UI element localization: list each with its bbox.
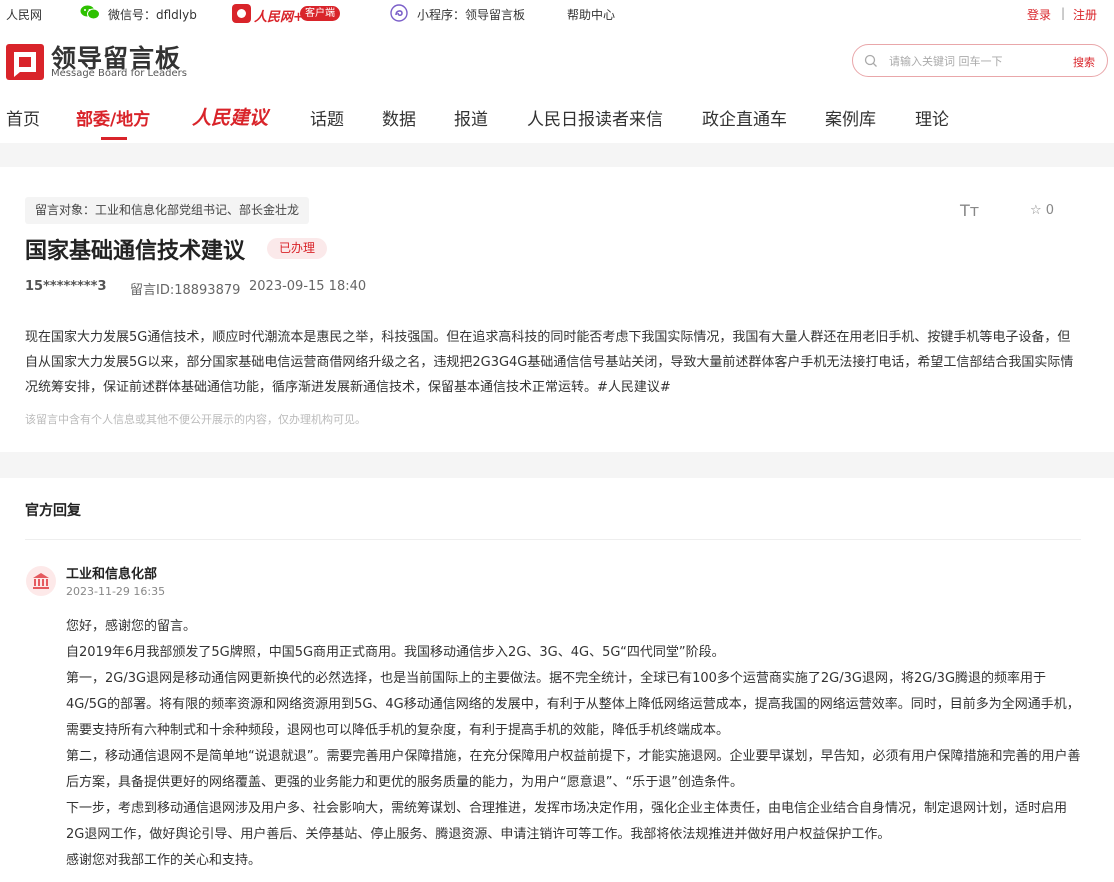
nav-item-enterprise[interactable]: 政企直通车 xyxy=(702,105,787,130)
nav-item-cases[interactable]: 案例库 xyxy=(825,105,876,130)
top-bar: 人民网 微信号：dfldlyb 人民网+ 客户端 小程序：领导留言板 帮助中心 … xyxy=(0,0,1114,26)
miniprogram-icon xyxy=(390,4,408,22)
site-name-link[interactable]: 人民网 xyxy=(6,6,42,23)
reply-paragraph: 第二，移动通信退网不是简单地“说退就退”。需要完善用户保障措施，在充分保障用户权… xyxy=(66,749,1081,790)
app-brand: 人民网+ xyxy=(254,10,304,25)
wechat-label: 微信号：dfldlyb xyxy=(108,8,197,22)
help-center-link[interactable]: 帮助中心 xyxy=(567,6,615,23)
topbar-separator: | xyxy=(1061,6,1066,20)
search-button[interactable]: 搜索 xyxy=(1073,54,1095,70)
reply-paragraph: 自2019年6月我部颁发了5G牌照，中国5G商用正式商用。我国移动通信步入2G、… xyxy=(66,645,725,660)
reply-paragraph: 您好，感谢您的留言。 xyxy=(66,619,197,634)
search-icon xyxy=(864,54,877,67)
reply-paragraph: 感谢您对我部工作的关心和支持。 xyxy=(66,853,262,868)
section-divider xyxy=(0,143,1114,167)
miniprogram-label: 小程序：领导留言板 xyxy=(417,8,526,22)
wechat-icon xyxy=(80,5,100,20)
reply-date: 2023-11-29 16:35 xyxy=(66,585,166,598)
nav-item-reports[interactable]: 报道 xyxy=(454,105,488,130)
department-avatar xyxy=(26,566,56,596)
main-nav: 首页 部委/地方 人民建议 话题 数据 报道 人民日报读者来信 政企直通车 案例… xyxy=(0,103,1114,143)
status-badge: 已办理 xyxy=(267,238,328,259)
message-id: 留言ID:18893879 xyxy=(130,283,241,298)
official-reply-heading: 官方回复 xyxy=(25,503,81,519)
reply-divider xyxy=(25,539,1081,540)
app-logo-icon xyxy=(232,4,251,23)
register-link[interactable]: 注册 xyxy=(1073,6,1097,23)
app-download-link[interactable]: 人民网+ 客户端 xyxy=(232,4,341,25)
leader-board-logo-icon[interactable] xyxy=(6,44,44,80)
search-input[interactable] xyxy=(889,52,1049,70)
reply-paragraph: 下一步，考虑到移动通信退网涉及用户多、社会影响大，需统筹谋划、合理推进，发挥市场… xyxy=(66,801,1068,842)
message-user: 15********3 xyxy=(25,279,107,294)
nav-item-data[interactable]: 数据 xyxy=(382,105,416,130)
message-body: 现在国家大力发展5G通信技术，顺应时代潮流本是惠民之举，科技强国。但在追求高科技… xyxy=(25,330,1074,395)
reply-paragraph: 第一，2G/3G退网是移动通信网更新换代的必然选择，也是当前国际上的主要做法。据… xyxy=(66,671,1080,738)
font-size-icon[interactable]: Tт xyxy=(960,201,979,220)
reply-body: 您好，感谢您的留言。 自2019年6月我部颁发了5G牌照，中国5G商用正式商用。… xyxy=(66,614,1082,874)
reply-department: 工业和信息化部 xyxy=(66,567,158,582)
app-tag: 客户端 xyxy=(300,6,340,21)
logo-subtitle: Message Board for Leaders xyxy=(51,68,188,79)
favorite-button[interactable]: ☆ 0 xyxy=(1030,203,1054,218)
privacy-note: 该留言中含有个人信息或其他不便公开展示的内容，仅办理机构可见。 xyxy=(25,413,366,426)
message-datetime: 2023-09-15 18:40 xyxy=(249,279,367,294)
government-building-icon xyxy=(33,573,49,589)
nav-active-indicator xyxy=(101,137,127,140)
nav-item-ministries[interactable]: 部委/地方 xyxy=(76,105,150,130)
search-box: 搜索 xyxy=(852,44,1108,77)
section-divider xyxy=(0,452,1114,478)
message-title: 国家基础通信技术建议 xyxy=(25,239,246,264)
nav-item-home[interactable]: 首页 xyxy=(6,105,40,130)
nav-item-theory[interactable]: 理论 xyxy=(915,105,949,130)
nav-item-people-suggestions[interactable]: 人民建议 xyxy=(192,103,268,130)
nav-item-reader-letters[interactable]: 人民日报读者来信 xyxy=(527,105,663,130)
login-link[interactable]: 登录 xyxy=(1027,6,1051,23)
message-recipient-tag: 留言对象：工业和信息化部党组书记、部长金壮龙 xyxy=(25,197,310,224)
nav-item-topics[interactable]: 话题 xyxy=(310,105,344,130)
